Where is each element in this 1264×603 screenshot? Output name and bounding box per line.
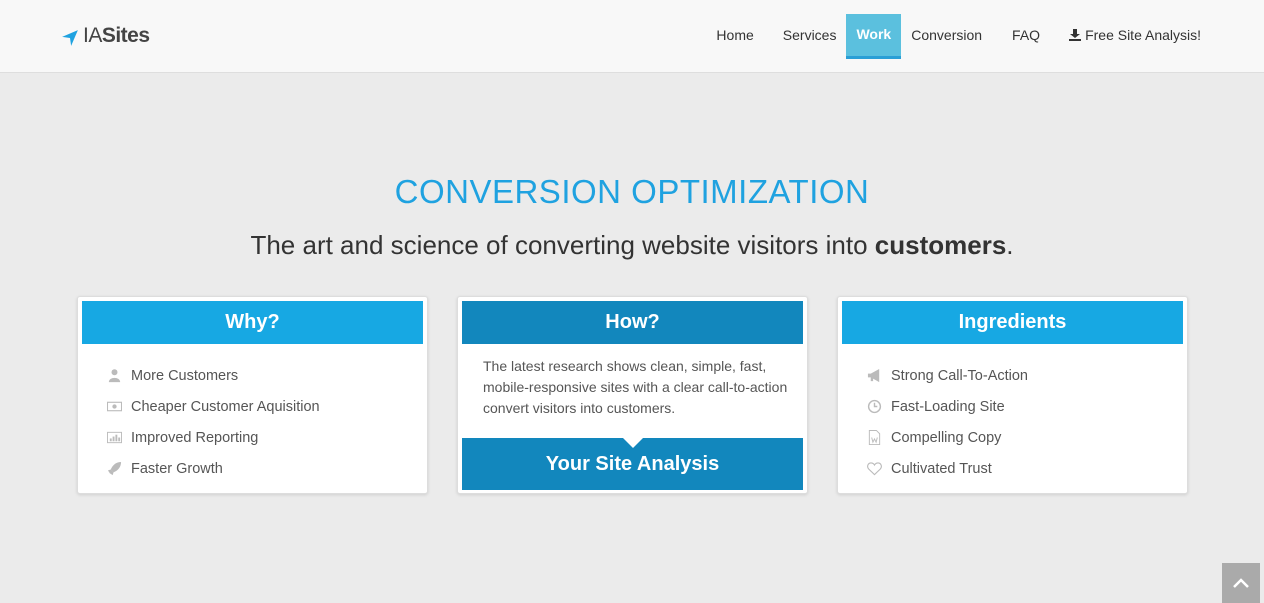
document-icon — [868, 430, 881, 445]
ingredient-item-label: Compelling Copy — [891, 429, 1002, 446]
bar-chart-icon — [107, 431, 122, 444]
money-icon — [107, 401, 122, 412]
why-card-title: Why? — [82, 301, 423, 344]
your-site-analysis-label: Your Site Analysis — [545, 452, 720, 475]
nav-services[interactable]: Services — [773, 14, 847, 56]
rocket-icon — [107, 461, 122, 476]
list-item: Compelling Copy — [867, 422, 1028, 453]
nav-work[interactable]: Work — [846, 14, 902, 59]
page-title: CONVERSION OPTIMIZATION — [394, 173, 870, 210]
why-item-label: Cheaper Customer Aquisition — [131, 398, 320, 415]
ingredients-card-title: Ingredients — [842, 301, 1183, 344]
subtitle-end: . — [1006, 230, 1014, 260]
your-site-analysis-button[interactable]: Your Site Analysis — [462, 438, 803, 490]
nav-faq[interactable]: FAQ — [1002, 14, 1050, 56]
why-item-label: More Customers — [131, 367, 239, 384]
scroll-to-top-button[interactable] — [1222, 563, 1260, 603]
why-card: Why? More Customers Cheaper Customer Aqu… — [77, 296, 428, 494]
heart-icon — [867, 462, 882, 476]
list-item: More Customers — [107, 360, 320, 391]
how-card-title: How? — [462, 301, 803, 344]
ingredients-card: Ingredients Strong Call-To-Action Fast-L… — [837, 296, 1188, 494]
brand-name-part1: IA — [83, 24, 102, 47]
how-description: The latest research shows clean, simple,… — [483, 358, 788, 416]
main-nav: Home Services Work Conversion FAQ Free S… — [706, 14, 1264, 59]
brand-name-part2: Sites — [101, 24, 150, 47]
why-list: More Customers Cheaper Customer Aquisiti… — [107, 360, 320, 484]
nav-conversion[interactable]: Conversion — [901, 14, 992, 56]
list-item: Cheaper Customer Aquisition — [107, 391, 320, 422]
location-arrow-icon — [62, 29, 78, 46]
list-item: Improved Reporting — [107, 422, 320, 453]
list-item: Strong Call-To-Action — [867, 360, 1028, 391]
ingredient-item-label: Cultivated Trust — [891, 460, 992, 477]
user-icon — [108, 369, 121, 383]
why-item-label: Faster Growth — [131, 460, 223, 477]
ingredient-item-label: Strong Call-To-Action — [891, 367, 1028, 384]
notch-arrow — [623, 438, 643, 448]
ingredient-item-label: Fast-Loading Site — [891, 398, 1005, 415]
how-card: How? The latest research shows clean, si… — [457, 296, 808, 494]
page-subtitle: The art and science of converting websit… — [0, 230, 1264, 261]
brand-logo[interactable]: IA Sites — [61, 23, 150, 49]
clock-icon — [867, 399, 882, 414]
subtitle-text: The art and science of converting websit… — [250, 230, 875, 260]
nav-home[interactable]: Home — [706, 14, 763, 56]
why-item-label: Improved Reporting — [131, 429, 259, 446]
bullhorn-icon — [867, 368, 880, 383]
list-item: Faster Growth — [107, 453, 320, 484]
list-item: Fast-Loading Site — [867, 391, 1028, 422]
subtitle-emphasis: customers — [874, 230, 1007, 260]
nav-free-site-analysis-label: Free Site Analysis! — [1085, 27, 1201, 43]
nav-free-site-analysis[interactable]: Free Site Analysis! — [1059, 14, 1211, 56]
chevron-up-icon — [1233, 578, 1249, 588]
ingredients-list: Strong Call-To-Action Fast-Loading Site … — [867, 360, 1028, 484]
download-icon — [1069, 29, 1082, 41]
list-item: Cultivated Trust — [867, 453, 1028, 484]
navbar: IA Sites Home Services Work Conversion FA… — [0, 0, 1264, 73]
